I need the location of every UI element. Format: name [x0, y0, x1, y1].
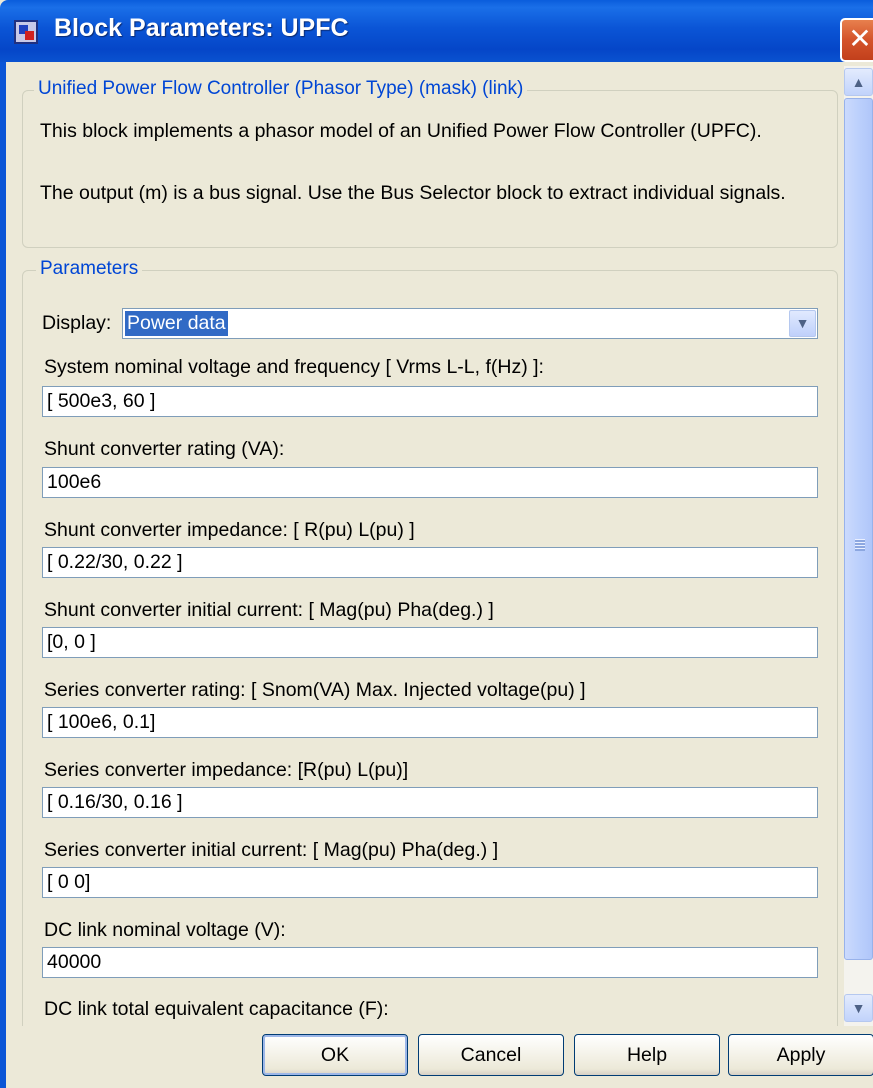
cancel-button[interactable]: Cancel: [418, 1034, 564, 1076]
block-parameters-dialog: Block Parameters: UPFC ✕ Unified Power F…: [0, 0, 873, 1088]
series-converter-rating-label: Series converter rating: [ Snom(VA) Max.…: [44, 679, 586, 701]
shunt-converter-rating-input[interactable]: 100e6: [42, 467, 818, 498]
series-converter-impedance-label: Series converter impedance: [R(pu) L(pu)…: [44, 759, 409, 781]
shunt-converter-rating-label: Shunt converter rating (VA):: [44, 438, 285, 460]
scroll-down-arrow-icon[interactable]: ▼: [844, 994, 873, 1022]
description-legend: Unified Power Flow Controller (Phasor Ty…: [34, 78, 528, 100]
help-button[interactable]: Help: [574, 1034, 720, 1076]
description-group: [22, 90, 838, 248]
nominal-voltage-frequency-label: System nominal voltage and frequency [ V…: [44, 356, 544, 378]
scroll-up-arrow-icon[interactable]: ▲: [844, 68, 873, 96]
shunt-initial-current-input[interactable]: [0, 0 ]: [42, 627, 818, 658]
nominal-voltage-frequency-input[interactable]: [ 500e3, 60 ]: [42, 386, 818, 417]
shunt-converter-impedance-label: Shunt converter impedance: [ R(pu) L(pu)…: [44, 519, 415, 541]
close-button[interactable]: ✕: [840, 18, 873, 62]
description-line-1: This block implements a phasor model of …: [40, 120, 762, 142]
dc-link-capacitance-label: DC link total equivalent capacitance (F)…: [44, 998, 389, 1020]
series-initial-current-label: Series converter initial current: [ Mag(…: [44, 839, 499, 861]
dc-link-voltage-label: DC link nominal voltage (V):: [44, 919, 286, 941]
shunt-initial-current-label: Shunt converter initial current: [ Mag(p…: [44, 599, 494, 621]
simulink-block-icon: [14, 20, 38, 44]
window-left-border: [0, 62, 6, 1088]
vertical-scrollbar[interactable]: ▲ ▼: [844, 66, 873, 1026]
series-converter-impedance-input[interactable]: [ 0.16/30, 0.16 ]: [42, 787, 818, 818]
scroll-grip-icon: [855, 539, 865, 551]
description-line-2: The output (m) is a bus signal. Use the …: [40, 182, 786, 204]
shunt-converter-impedance-input[interactable]: [ 0.22/30, 0.22 ]: [42, 547, 818, 578]
title-bar[interactable]: Block Parameters: UPFC ✕: [0, 0, 873, 62]
apply-button[interactable]: Apply: [728, 1034, 873, 1076]
series-converter-rating-input[interactable]: [ 100e6, 0.1]: [42, 707, 818, 738]
display-selected-value: Power data: [125, 311, 228, 336]
display-label: Display:: [42, 312, 112, 334]
ok-button[interactable]: OK: [262, 1034, 408, 1076]
display-select[interactable]: Power data ▼: [122, 308, 818, 339]
scroll-thumb[interactable]: [844, 98, 873, 960]
series-initial-current-input[interactable]: [ 0 0]: [42, 867, 818, 898]
window-title: Block Parameters: UPFC: [54, 14, 349, 42]
parameters-legend: Parameters: [36, 258, 143, 280]
dc-link-voltage-input[interactable]: 40000: [42, 947, 818, 978]
chevron-down-icon[interactable]: ▼: [789, 310, 816, 337]
